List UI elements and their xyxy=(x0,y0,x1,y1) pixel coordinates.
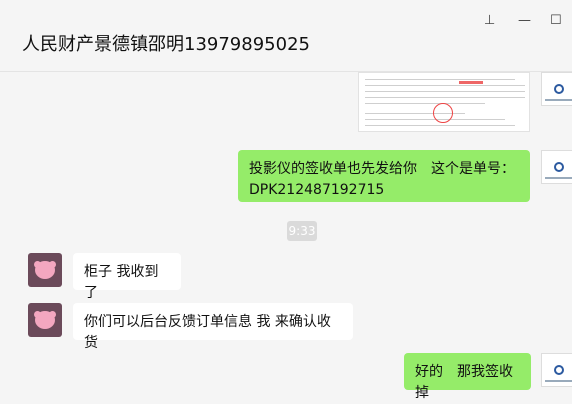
pin-icon[interactable]: ⊥ xyxy=(484,14,495,28)
red-stamp-icon xyxy=(433,103,453,123)
message-bubble-sent[interactable]: 好的 那我签收掉 xyxy=(404,353,531,401)
message-bubble-received[interactable]: 柜子 我收到了 xyxy=(73,253,181,301)
my-avatar[interactable] xyxy=(541,72,572,106)
message-bubble-received[interactable]: 你们可以后台反馈订单信息 我 来确认收货 xyxy=(73,303,353,351)
contact-avatar[interactable] xyxy=(28,253,62,287)
message-bubble-sent[interactable]: 投影仪的签收单也先发给你 这个是单号：DPK212487192715 xyxy=(238,150,530,202)
timestamp: 9:33 xyxy=(287,221,317,241)
my-avatar[interactable] xyxy=(541,353,572,387)
chat-header: 人民财产景德镇邵明13979895025 ⊥ — ☐ xyxy=(0,0,572,72)
maximize-icon[interactable]: ☐ xyxy=(550,14,562,28)
contact-avatar[interactable] xyxy=(28,303,62,337)
chat-title: 人民财产景德镇邵明13979895025 xyxy=(22,34,310,55)
message-list[interactable]: 投影仪的签收单也先发给你 这个是单号：DPK212487192715 9:33 … xyxy=(0,72,572,403)
minimize-icon[interactable]: — xyxy=(518,14,531,28)
my-avatar[interactable] xyxy=(541,150,572,184)
image-message[interactable] xyxy=(358,72,530,132)
